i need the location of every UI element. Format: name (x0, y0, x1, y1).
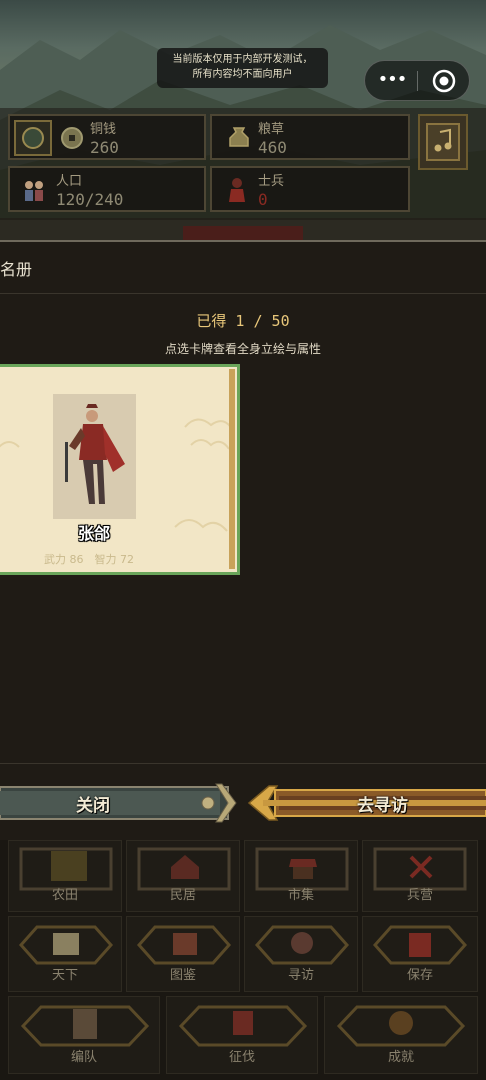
warrior-figure-icon (65, 404, 125, 504)
hero-portrait (53, 394, 136, 519)
modal-title: 名册 (0, 260, 33, 279)
close-button-label: 关闭 (76, 796, 110, 816)
save-book-icon (372, 925, 468, 965)
book-icon (136, 925, 232, 965)
music-button[interactable] (418, 114, 468, 170)
soldier-icon (229, 178, 245, 202)
nav-save[interactable]: 保存 (362, 916, 478, 992)
notice-line-2: 所有内容均不面向用户 (192, 69, 293, 80)
nav-codex[interactable]: 图鉴 (126, 916, 240, 992)
recruit-icon (254, 925, 350, 965)
more-icon[interactable]: ••• (377, 70, 408, 92)
population-value: 120/240 (56, 190, 124, 209)
grain-sack-icon (229, 127, 249, 147)
resource-grain: 粮草 460 (210, 114, 410, 160)
close-record-icon[interactable] (432, 69, 456, 93)
close-button-frame (0, 783, 237, 823)
resource-population: 人口 120/240 (8, 166, 206, 212)
collected-count: 已得 1 / 50 (196, 312, 290, 330)
nav-farmland[interactable]: 农田 (8, 840, 122, 912)
music-note-icon (426, 123, 460, 161)
compass-icon (14, 120, 52, 156)
miniprogram-capsule: ••• (364, 60, 470, 101)
nav-formation[interactable]: 编队 (8, 996, 160, 1074)
nav-barracks[interactable]: 兵营 (362, 840, 478, 912)
people-icon (25, 181, 43, 201)
medal-icon (336, 1005, 466, 1047)
resource-soldiers: 士兵 0 (210, 166, 410, 212)
nav-label: 征伐 (228, 1050, 255, 1065)
nav-label: 寻访 (287, 968, 314, 983)
coins-label: 铜钱 (90, 122, 117, 137)
nav-world[interactable]: 天下 (8, 916, 122, 992)
nav-market[interactable]: 市集 (244, 840, 358, 912)
notice-line-1: 当前版本仅用于内部开发测试， (172, 54, 313, 65)
visit-button[interactable]: 去寻访 (245, 778, 486, 828)
nav-label: 保存 (406, 968, 433, 983)
population-label: 人口 (56, 174, 83, 189)
formation-icon (20, 1005, 150, 1047)
hero-stats: 武力 86 智力 72 (44, 553, 134, 566)
grain-value: 460 (258, 138, 287, 157)
title-divider (0, 293, 486, 294)
nav-conquest[interactable]: 征伐 (166, 996, 318, 1074)
map-scroll-icon (18, 925, 114, 965)
nav-label: 图鉴 (169, 968, 196, 983)
nav-label: 兵营 (406, 888, 433, 903)
nav-label: 天下 (51, 968, 78, 983)
nav-label: 农田 (51, 888, 78, 903)
battle-flag-icon (178, 1005, 308, 1047)
soldiers-label: 士兵 (258, 174, 285, 189)
resource-coins: 铜钱 260 (8, 114, 206, 160)
visit-button-label: 去寻访 (357, 796, 408, 816)
hint-text: 点选卡牌查看全身立绘与属性 (164, 342, 321, 356)
capsule-divider (417, 71, 418, 91)
nav-label: 成就 (387, 1050, 414, 1065)
nav-residence[interactable]: 民居 (126, 840, 240, 912)
nav-label: 民居 (169, 888, 196, 903)
coin-icon (61, 127, 83, 149)
coins-value: 260 (90, 138, 119, 157)
nav-label: 编队 (70, 1050, 97, 1065)
nav-recruit[interactable]: 寻访 (244, 916, 358, 992)
dev-notice: 当前版本仅用于内部开发测试， 所有内容均不面向用户 (157, 48, 328, 88)
nav-label: 市集 (287, 888, 314, 903)
nav-achievements[interactable]: 成就 (324, 996, 478, 1074)
close-button[interactable]: 关闭 (0, 778, 240, 828)
grain-label: 粮草 (258, 122, 285, 137)
hero-name: 张郃 (77, 524, 110, 543)
footer-divider (0, 763, 486, 764)
soldiers-value: 0 (258, 190, 268, 209)
